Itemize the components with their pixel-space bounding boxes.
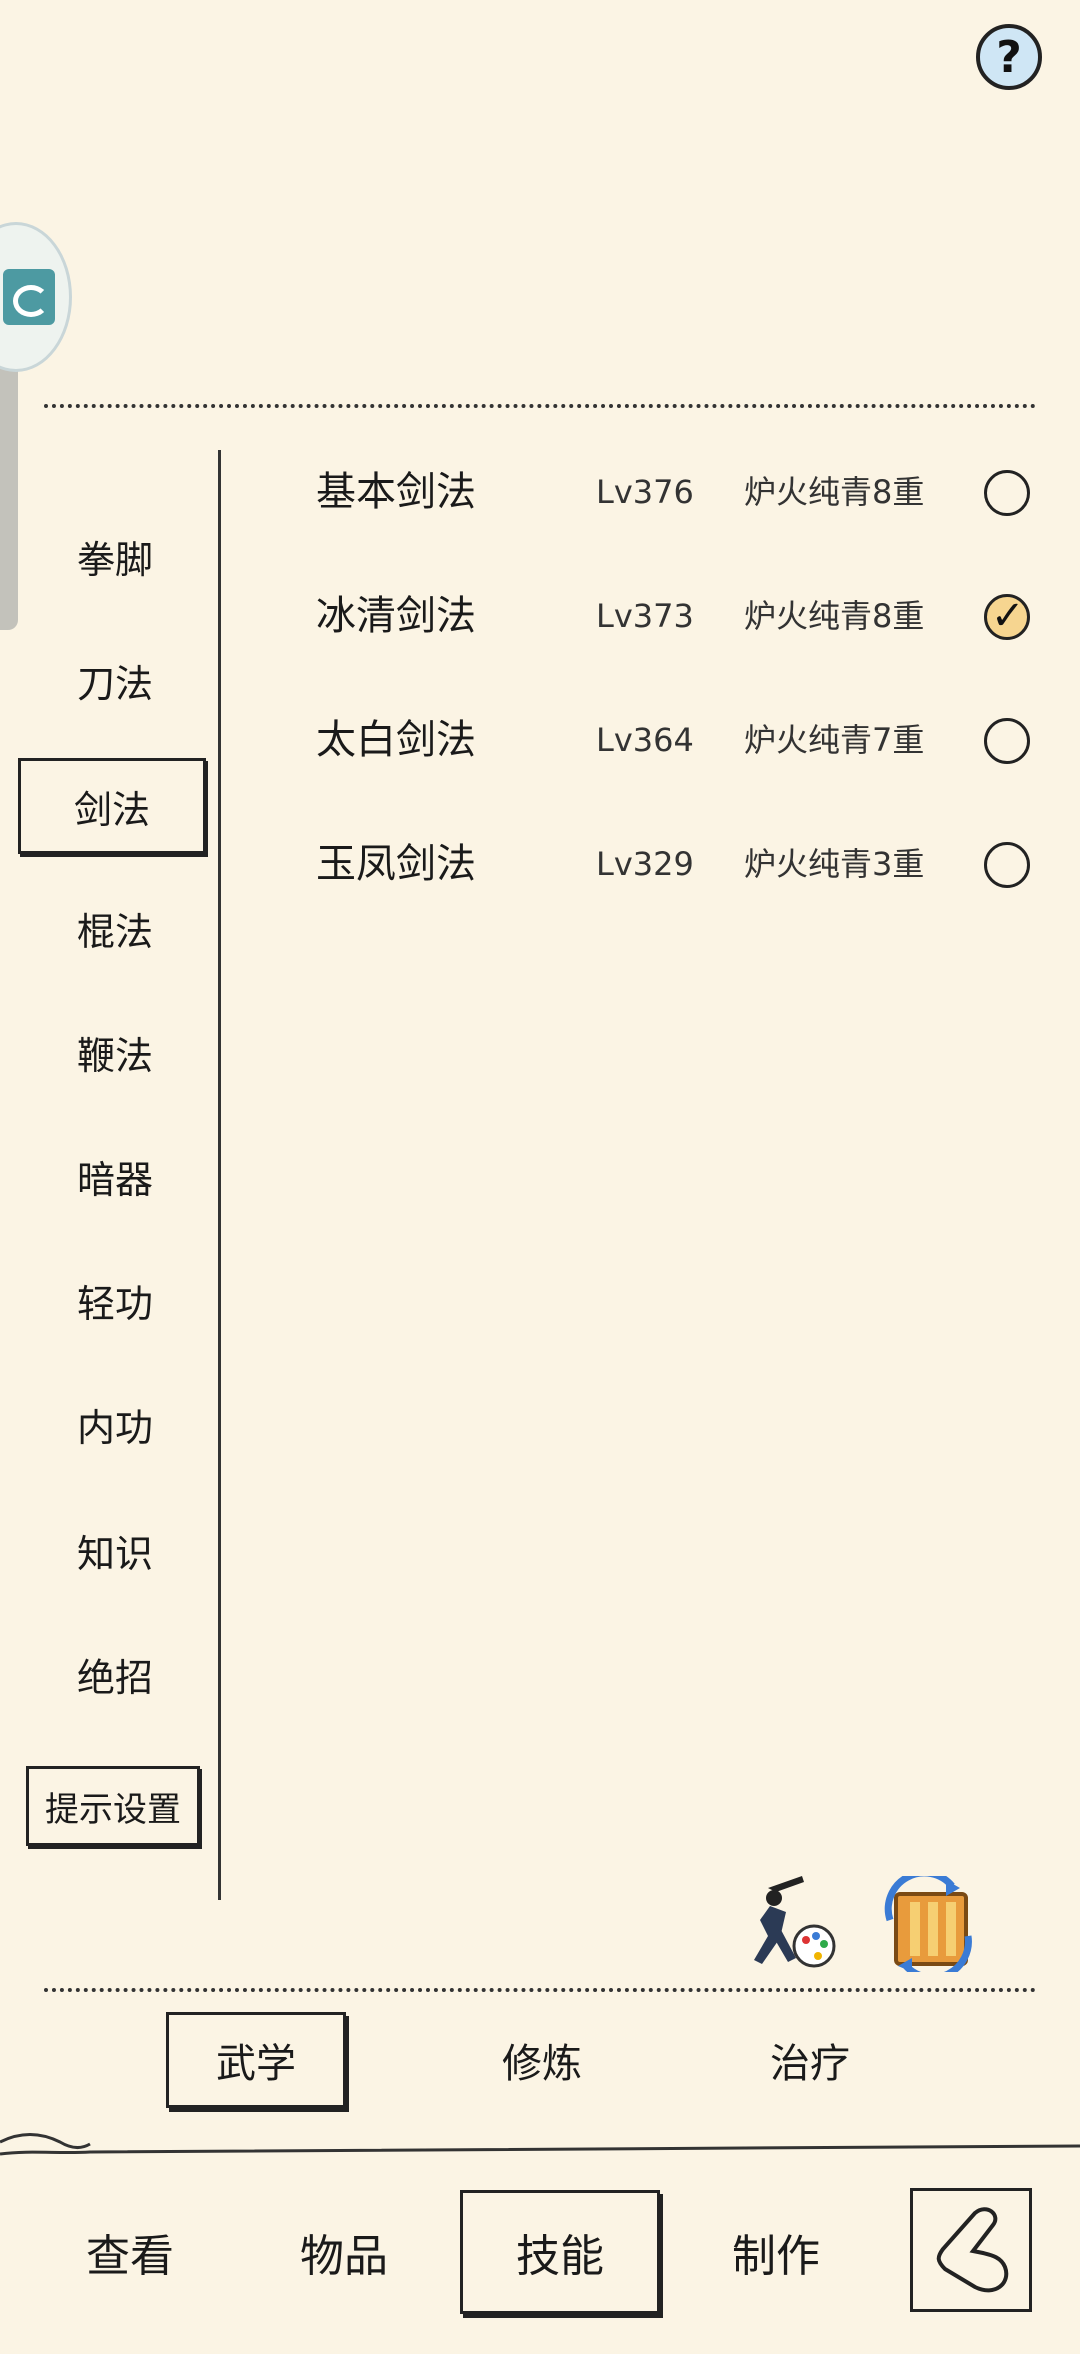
floating-assistant-icon[interactable]: [0, 222, 72, 372]
category-bianfa[interactable]: 鞭法: [40, 1012, 190, 1092]
skill-name: 基本剑法: [316, 469, 476, 515]
back-button[interactable]: [910, 2188, 1032, 2312]
nav-jineng[interactable]: 技能: [460, 2190, 660, 2314]
hint-settings-button[interactable]: 提示设置: [26, 1766, 200, 1846]
skill-row[interactable]: 玉凤剑法 Lv329 炉火纯青3重: [300, 824, 1040, 904]
skill-tier: 炉火纯青3重: [744, 845, 925, 883]
skill-name: 冰清剑法: [316, 593, 476, 639]
category-jianfa[interactable]: 剑法: [18, 758, 206, 854]
category-neigong[interactable]: 内功: [40, 1384, 190, 1464]
help-button[interactable]: ?: [976, 24, 1042, 90]
subtab-wuxue[interactable]: 武学: [166, 2012, 346, 2108]
skill-row[interactable]: 太白剑法 Lv364 炉火纯青7重: [300, 700, 1040, 780]
category-quanjiao[interactable]: 拳脚: [40, 516, 190, 596]
subtab-zhiliao[interactable]: 治疗: [720, 2012, 900, 2108]
divider-top: [44, 404, 1036, 408]
category-qinggong[interactable]: 轻功: [40, 1260, 190, 1340]
category-daofa[interactable]: 刀法: [40, 640, 190, 720]
skill-tier: 炉火纯青7重: [744, 721, 925, 759]
nav-chakan[interactable]: 查看: [30, 2190, 230, 2314]
category-zhishi[interactable]: 知识: [40, 1510, 190, 1590]
skill-name: 玉凤剑法: [316, 841, 476, 887]
skill-level: Lv373: [596, 597, 694, 635]
skill-tier: 炉火纯青8重: [744, 597, 925, 635]
category-separator: [218, 450, 221, 1900]
skill-level: Lv376: [596, 473, 694, 511]
skill-row[interactable]: 基本剑法 Lv376 炉火纯青8重: [300, 452, 1040, 532]
nav-wupin[interactable]: 物品: [244, 2190, 444, 2314]
skill-select-radio[interactable]: ✓: [984, 593, 1030, 640]
category-juezhao[interactable]: 绝招: [40, 1634, 190, 1714]
subtab-xiulian[interactable]: 修炼: [452, 2012, 632, 2108]
skill-select-radio[interactable]: [984, 842, 1030, 888]
category-anqi[interactable]: 暗器: [40, 1136, 190, 1216]
decorative-wave-line: [0, 2133, 1080, 2156]
checkmark-icon: ✓: [991, 593, 1025, 639]
nav-zhizuo[interactable]: 制作: [676, 2190, 876, 2314]
warrior-palette-icon[interactable]: [740, 1868, 844, 1972]
back-arrow-icon: [936, 2207, 1009, 2293]
skill-name: 太白剑法: [316, 717, 476, 763]
skill-select-radio[interactable]: [984, 470, 1030, 516]
skill-level: Lv364: [596, 721, 694, 759]
divider-bottom: [44, 1988, 1036, 1992]
category-gunfa[interactable]: 棍法: [40, 888, 190, 968]
skill-row[interactable]: 冰清剑法 Lv373 炉火纯青8重 ✓: [300, 576, 1040, 656]
scroll-swap-icon[interactable]: [876, 1876, 980, 1972]
skill-level: Lv329: [596, 845, 694, 883]
skill-tier: 炉火纯青8重: [744, 473, 925, 511]
skill-select-radio[interactable]: [984, 718, 1030, 764]
